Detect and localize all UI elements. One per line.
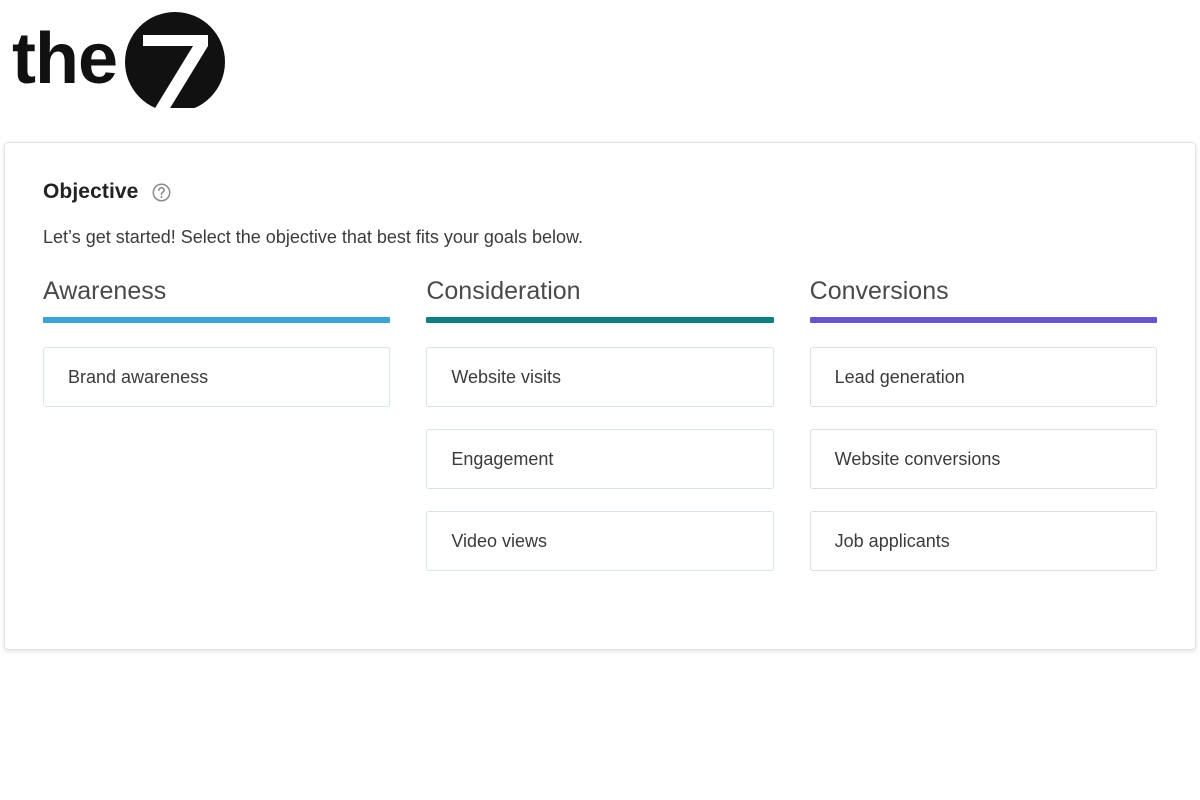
option-label: Engagement bbox=[451, 448, 554, 469]
column-title-awareness: Awareness bbox=[43, 276, 167, 305]
panel-subtitle: Let’s get started! Select the objective … bbox=[43, 227, 583, 248]
column-title-consideration: Consideration bbox=[426, 276, 581, 305]
panel-header: Objective bbox=[43, 179, 1157, 204]
option-card-lead-generation[interactable]: Lead generation bbox=[809, 347, 1157, 408]
column-accent-rule-consideration bbox=[426, 317, 774, 324]
option-card-website-conversions[interactable]: Website conversions bbox=[809, 429, 1157, 490]
column-title-conversions: Conversions bbox=[809, 276, 949, 305]
objective-columns: Awareness Brand awareness Consideration … bbox=[43, 277, 1157, 572]
option-label: Job applicants bbox=[834, 530, 950, 551]
logo-wordmark: the bbox=[12, 19, 117, 99]
option-card-brand-awareness[interactable]: Brand awareness bbox=[43, 347, 391, 408]
objective-column-consideration: Consideration Website visits Engagement … bbox=[426, 276, 774, 572]
option-card-engagement[interactable]: Engagement bbox=[426, 429, 774, 490]
option-label: Video views bbox=[451, 530, 548, 551]
option-list-conversions: Lead generation Website conversions Job … bbox=[809, 347, 1157, 572]
objective-panel: Objective Let’s get started! Select the … bbox=[4, 142, 1196, 650]
objective-column-conversions: Conversions Lead generation Website conv… bbox=[809, 276, 1157, 572]
objective-column-awareness: Awareness Brand awareness bbox=[43, 276, 391, 572]
brand-logo[interactable]: the bbox=[12, 8, 242, 108]
option-label: Website visits bbox=[451, 366, 562, 387]
option-card-website-visits[interactable]: Website visits bbox=[426, 347, 774, 408]
option-label: Lead generation bbox=[834, 366, 965, 387]
option-card-video-views[interactable]: Video views bbox=[426, 511, 774, 572]
option-list-awareness: Brand awareness bbox=[43, 347, 391, 408]
option-label: Website conversions bbox=[834, 448, 1001, 469]
option-card-job-applicants[interactable]: Job applicants bbox=[809, 511, 1157, 572]
column-accent-rule-awareness bbox=[43, 317, 391, 324]
page-title: Objective bbox=[43, 180, 139, 203]
option-label: Brand awareness bbox=[68, 366, 209, 387]
option-list-consideration: Website visits Engagement Video views bbox=[426, 347, 774, 572]
column-accent-rule-conversions bbox=[809, 317, 1157, 324]
help-circle-icon[interactable] bbox=[152, 183, 171, 202]
